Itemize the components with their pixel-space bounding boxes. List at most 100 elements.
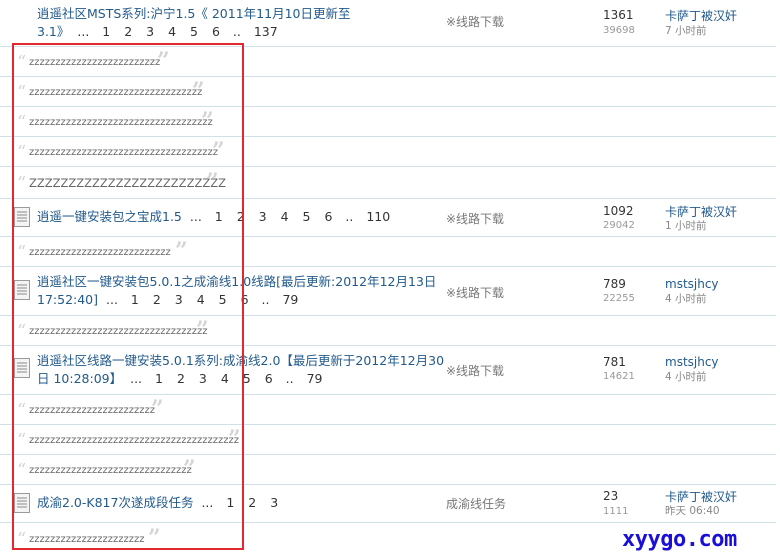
- last-page-link[interactable]: 110: [366, 209, 390, 224]
- page-link[interactable]: 2: [248, 495, 256, 510]
- thread-title-link[interactable]: 日 10:28:09】: [37, 371, 122, 386]
- page-link[interactable]: 3: [175, 292, 183, 307]
- thread-row: 逍遥社区一键安装包5.0.1之成渝线1.0线路[最后更新:2012年12月13日…: [0, 267, 776, 316]
- last-poster-link[interactable]: 卡萨丁被汉奸: [665, 7, 737, 24]
- thread-doc-icon: [14, 207, 30, 227]
- last-poster-link[interactable]: mstsjhcy: [665, 355, 719, 369]
- thread-doc-icon: [14, 358, 30, 378]
- thread-category[interactable]: ※线路下载: [446, 13, 504, 30]
- page-link[interactable]: 5: [243, 371, 251, 386]
- quote-text: zzzzzzzzzzzzzzzzzzzzzzzzz: [29, 57, 161, 68]
- close-quote-icon: ”: [196, 317, 209, 343]
- close-quote-icon: ”: [228, 426, 241, 452]
- thread-title-line: 逍遥一键安装包之宝成1.5 ... 1 2 3 4 5 6 .. 110: [37, 208, 395, 226]
- quote-row: “ zzzzzzzzzzzzzzzzzzzzzzzzzzzzzzzzzz ”: [0, 316, 776, 346]
- page-link[interactable]: 2: [237, 209, 245, 224]
- page-ellipsis: ...: [189, 209, 202, 224]
- page-link[interactable]: 4: [197, 292, 205, 307]
- thread-title-link[interactable]: 成渝2.0-K817次遂成段任务: [37, 495, 193, 510]
- page-link[interactable]: 5: [303, 209, 311, 224]
- site-watermark: xyygo.com: [622, 527, 737, 552]
- quote-row: “ zzzzzzzzzzzzzzzzzzzzzzzzzzzzzzz ”: [0, 455, 776, 485]
- open-quote-icon: “: [17, 112, 27, 133]
- open-quote-icon: “: [17, 321, 27, 342]
- page-dots: ..: [232, 24, 241, 39]
- thread-title-link[interactable]: 17:52:40]: [37, 292, 98, 307]
- thread-row: 逍遥社区线路一键安装5.0.1系列:成渝线2.0【最后更新于2012年12月30…: [0, 346, 776, 395]
- page-link[interactable]: 4: [281, 209, 289, 224]
- page-link[interactable]: 1: [215, 209, 223, 224]
- thread-doc-icon: [14, 493, 30, 513]
- page-link[interactable]: 6: [212, 24, 220, 39]
- thread-title-line: 成渝2.0-K817次遂成段任务 ... 1 2 3: [37, 494, 283, 512]
- last-page-link[interactable]: 137: [254, 24, 278, 39]
- quote-row: “ ZZZZZZZZZZZZZZZZZZZZZZZZZ ”: [0, 167, 776, 199]
- thread-title-line2: 17:52:40] ... 1 2 3 4 5 6 .. 79: [37, 291, 303, 309]
- thread-category[interactable]: ※线路下载: [446, 284, 504, 301]
- close-quote-icon: ”: [183, 456, 196, 482]
- last-page-link[interactable]: 79: [307, 371, 323, 386]
- quote-row: “ zzzzzzzzzzzzzzzzzzzzzzzzzzzzzzzzzzz ”: [0, 107, 776, 137]
- reply-count: 789: [603, 277, 626, 291]
- quote-text: zzzzzzzzzzzzzzzzzzzzzzzzzzzzzzz: [29, 465, 192, 476]
- thread-category[interactable]: ※线路下载: [446, 362, 504, 379]
- close-quote-icon: ”: [192, 78, 205, 104]
- quote-text: zzzzzzzzzzzzzzzzzzzzzzzzzzzzzzzzz: [29, 87, 203, 98]
- last-page-link[interactable]: 79: [282, 292, 298, 307]
- close-quote-icon: ”: [212, 138, 225, 164]
- page-dots: ..: [261, 292, 270, 307]
- open-quote-icon: “: [17, 52, 27, 73]
- page-link[interactable]: 6: [265, 371, 273, 386]
- quote-row: “ zzzzzzzzzzzzzzzzzzzzzzzzzzzzzzzzzzzz ”: [0, 137, 776, 167]
- page-link[interactable]: 1: [102, 24, 110, 39]
- page-link[interactable]: 6: [241, 292, 249, 307]
- page-ellipsis: ...: [130, 371, 143, 386]
- open-quote-icon: “: [17, 460, 27, 481]
- page-ellipsis: ...: [77, 24, 90, 39]
- last-poster-link[interactable]: mstsjhcy: [665, 277, 719, 291]
- quote-text: zzzzzzzzzzzzzzzzzzzzzzzz: [29, 405, 155, 416]
- thread-title-link[interactable]: 逍遥社区MSTS系列:沪宁1.5《 2011年11月10日更新至: [37, 5, 350, 23]
- page-link[interactable]: 1: [226, 495, 234, 510]
- page-link[interactable]: 5: [190, 24, 198, 39]
- thread-category[interactable]: ※线路下载: [446, 210, 504, 227]
- open-quote-icon: “: [17, 173, 27, 194]
- last-post-time: 7 小时前: [665, 25, 707, 37]
- forum-thread-list: 逍遥社区MSTS系列:沪宁1.5《 2011年11月10日更新至 3.1》 ..…: [0, 0, 780, 555]
- page-link[interactable]: 2: [153, 292, 161, 307]
- quote-text: ZZZZZZZZZZZZZZZZZZZZZZZZZ: [29, 176, 226, 190]
- page-link[interactable]: 3: [199, 371, 207, 386]
- page-nav: ... 1 2 3 4 5 6 .. 137: [73, 24, 282, 39]
- page-link[interactable]: 1: [131, 292, 139, 307]
- page-nav: ... 1 2 3 4 5 6 .. 110: [186, 209, 395, 224]
- page-link[interactable]: 1: [155, 371, 163, 386]
- page-link[interactable]: 5: [219, 292, 227, 307]
- page-link[interactable]: 3: [146, 24, 154, 39]
- page-link[interactable]: 3: [270, 495, 278, 510]
- thread-title-link[interactable]: 逍遥一键安装包之宝成1.5: [37, 209, 182, 224]
- page-link[interactable]: 6: [324, 209, 332, 224]
- page-link[interactable]: 2: [177, 371, 185, 386]
- reply-count: 23: [603, 489, 619, 503]
- thread-doc-icon: [14, 280, 30, 300]
- thread-row: 逍遥社区MSTS系列:沪宁1.5《 2011年11月10日更新至 3.1》 ..…: [0, 0, 776, 47]
- page-dots: ..: [345, 209, 354, 224]
- thread-category[interactable]: 成渝线任务: [446, 495, 506, 512]
- page-link[interactable]: 4: [221, 371, 229, 386]
- thread-title-line2: 日 10:28:09】 ... 1 2 3 4 5 6 .. 79: [37, 370, 327, 388]
- quote-text: zzzzzzzzzzzzzzzzzzzzzzzzzzzzzzzzzzz: [29, 117, 213, 128]
- thread-title-link[interactable]: 逍遥社区线路一键安装5.0.1系列:成渝线2.0【最后更新于2012年12月30: [37, 352, 444, 370]
- page-nav: ... 1 2 3: [197, 495, 283, 510]
- page-dots: ..: [285, 371, 294, 386]
- open-quote-icon: “: [17, 400, 27, 421]
- page-link[interactable]: 3: [259, 209, 267, 224]
- thread-title-link[interactable]: 逍遥社区一键安装包5.0.1之成渝线1.0线路[最后更新:2012年12月13日: [37, 273, 436, 291]
- page-link[interactable]: 2: [124, 24, 132, 39]
- close-quote-icon: ”: [157, 48, 170, 74]
- quote-row: “ zzzzzzzzzzzzzzzzzzzzzzzzz ”: [0, 47, 776, 77]
- page-link[interactable]: 4: [168, 24, 176, 39]
- close-quote-icon: ”: [201, 108, 214, 134]
- thread-title-link[interactable]: 3.1》: [37, 24, 69, 39]
- open-quote-icon: “: [17, 142, 27, 163]
- last-post-time: 4 小时前: [665, 293, 707, 305]
